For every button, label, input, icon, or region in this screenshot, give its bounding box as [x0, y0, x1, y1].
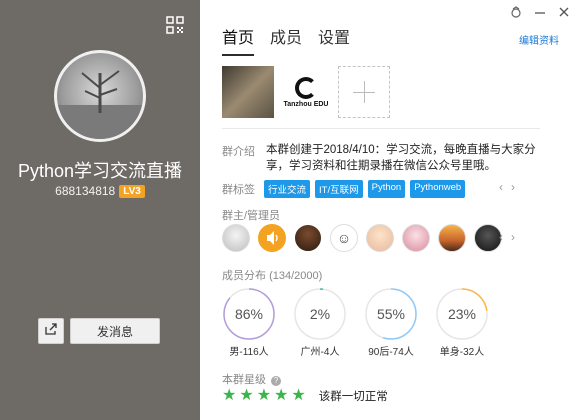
star-icon: ★: [291, 387, 306, 404]
member-count: (134/2000): [269, 270, 323, 282]
add-photo-button[interactable]: [338, 66, 390, 118]
admin-avatar[interactable]: [438, 224, 466, 252]
distribution-caption: 广州-4人: [300, 347, 340, 358]
admin-avatar[interactable]: [294, 224, 322, 252]
tab-home[interactable]: 首页: [222, 24, 255, 56]
admin-avatar[interactable]: [474, 224, 502, 252]
region-ring: 2%: [294, 288, 346, 340]
percent-text: 2%: [310, 306, 330, 322]
percent-text: 55%: [377, 306, 405, 322]
rating-label: 本群星级 ?: [222, 371, 282, 387]
tanzhou-logo[interactable]: Tanzhou EDU: [282, 66, 330, 118]
percent-text: 86%: [235, 306, 263, 322]
gender-ring: 86%: [223, 288, 275, 340]
chevron-right-icon[interactable]: ›: [511, 230, 515, 244]
chevron-left-icon[interactable]: ‹: [499, 180, 503, 194]
tags-label: 群标签: [222, 184, 255, 196]
group-avatar[interactable]: [54, 50, 146, 142]
rating-text: 该群一切正常: [318, 391, 388, 403]
distribution-title: 成员分布: [222, 270, 266, 282]
logo-mark: [295, 76, 317, 99]
distribution-caption: 90后-74人: [368, 347, 414, 358]
group-photo[interactable]: [222, 66, 274, 118]
share-icon: [44, 322, 58, 341]
status-ring: 23%: [436, 288, 488, 340]
star-icon: ★: [239, 387, 254, 404]
star-rating: ★ ★ ★ ★ ★ 该群一切正常: [222, 388, 388, 404]
group-id: 688134818: [55, 184, 116, 198]
tab-settings[interactable]: 设置: [318, 24, 350, 56]
tab-bar: 首页 成员 设置: [222, 24, 350, 56]
tag-item[interactable]: Python: [367, 180, 406, 198]
distribution-item[interactable]: 55% 90后-74人: [364, 287, 418, 358]
age-ring: 55%: [365, 288, 417, 340]
edit-profile-link[interactable]: 编辑资料: [519, 32, 559, 47]
tab-members[interactable]: 成员: [270, 24, 302, 56]
group-id-row: 688134818 LV3: [0, 184, 200, 198]
percent-text: 23%: [448, 306, 476, 322]
send-message-button[interactable]: 发消息: [70, 318, 160, 344]
tag-item[interactable]: Pythonweb: [410, 180, 466, 198]
tag-list: 行业交流 IT/互联网 Python Pythonweb: [264, 180, 466, 198]
tags-nav: ‹ ›: [499, 180, 515, 194]
chevron-right-icon[interactable]: ›: [511, 180, 515, 194]
admin-avatar[interactable]: ☺: [330, 224, 358, 252]
skin-icon[interactable]: [510, 6, 522, 21]
star-icon: ★: [256, 387, 272, 404]
admin-avatar[interactable]: [222, 224, 250, 252]
star-icon: ★: [274, 387, 289, 404]
qr-code-icon[interactable]: [166, 16, 184, 34]
logo-text: Tanzhou EDU: [283, 100, 329, 108]
intro-text: 本群创建于2018/4/10：学习交流，每晚直播与大家分享，学习资料和往期录播在…: [266, 144, 536, 172]
chevron-left-icon[interactable]: ‹: [499, 230, 503, 244]
level-badge: LV3: [119, 185, 145, 198]
star-icon: ★: [222, 387, 237, 404]
help-icon[interactable]: ?: [271, 376, 282, 386]
admins-nav: ‹ ›: [499, 230, 515, 244]
rating-title: 本群星级: [222, 374, 266, 386]
admins-label: 群主/管理员: [222, 210, 281, 222]
group-name: Python学习交流直播: [17, 161, 183, 181]
minimize-icon[interactable]: [534, 6, 546, 21]
admin-list: ☺: [222, 224, 502, 252]
intro-label: 群介绍: [222, 146, 255, 158]
admin-avatar[interactable]: [366, 224, 394, 252]
admin-avatar[interactable]: [258, 224, 286, 252]
group-profile-panel: Python学习交流直播 688134818 LV3 发消息: [0, 0, 200, 420]
distribution-caption: 男-116人: [229, 347, 269, 358]
share-button[interactable]: [38, 318, 64, 344]
window-controls: [510, 6, 570, 21]
tag-item[interactable]: IT/互联网: [315, 180, 363, 198]
divider: [222, 128, 540, 129]
admin-avatar[interactable]: [402, 224, 430, 252]
distribution-item[interactable]: 2% 广州-4人: [293, 287, 347, 358]
distribution-circles: 86% 男-116人 2% 广州-4人 55% 90后-74人 23% 单身-3…: [222, 287, 489, 358]
distribution-item[interactable]: 23% 单身-32人: [435, 287, 489, 358]
distribution-caption: 单身-32人: [439, 347, 485, 358]
distribution-item[interactable]: 86% 男-116人: [222, 287, 276, 358]
group-photos: Tanzhou EDU: [222, 66, 390, 118]
close-icon[interactable]: [558, 6, 570, 21]
tag-item[interactable]: 行业交流: [264, 180, 311, 198]
distribution-label: 成员分布 (134/2000): [222, 267, 322, 283]
